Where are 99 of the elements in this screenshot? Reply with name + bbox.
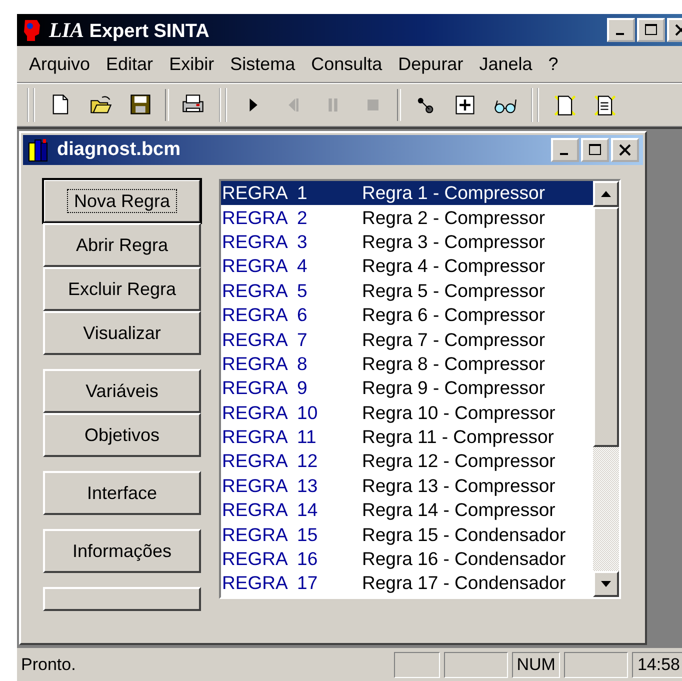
sparkling-document-icon[interactable] [553, 93, 577, 117]
scroll-thumb[interactable] [593, 207, 619, 447]
rule-list[interactable] [219, 179, 621, 599]
menu-item[interactable]: ? [540, 54, 566, 74]
rule-row[interactable]: REGRA 16 Regra 16 - Condensador [221, 546, 593, 572]
rule-name: REGRA 3 [221, 230, 308, 253]
rule-row[interactable]: REGRA 12 Regra 12 - Compressor [221, 449, 593, 474]
sparkling-text-document-icon[interactable] [593, 93, 617, 117]
status-pane [394, 652, 440, 678]
rule-name: REGRA 13 [221, 474, 319, 497]
menu-item[interactable]: Consulta [303, 54, 390, 74]
rule-title: Regra 16 - Condensador [362, 548, 566, 570]
rule-name: REGRA 1 [221, 182, 308, 204]
status-pane [564, 652, 628, 678]
menu-item[interactable]: Depurar [390, 54, 472, 74]
rule-name: REGRA 14 [221, 499, 319, 522]
rule-action-button[interactable]: Visualizar [43, 311, 201, 355]
rule-action-button[interactable]: Informações [43, 529, 201, 573]
num-lock-indicator: NUM [512, 652, 560, 678]
rule-row[interactable]: REGRA 10 Regra 10 - Compressor [221, 400, 593, 425]
rule-title: Regra 7 - Compressor [362, 328, 546, 351]
rule-name: REGRA 6 [221, 304, 308, 326]
rule-row[interactable]: REGRA 4 Regra 4 - Compressor [221, 254, 593, 279]
rule-title: Regra 5 - Compressor [362, 280, 546, 302]
rule-action-button[interactable]: Nova Regra [43, 179, 201, 223]
toolbar-grip[interactable] [531, 88, 539, 122]
menu-item[interactable]: Exibir [161, 54, 222, 74]
rule-name: REGRA 17 [221, 572, 319, 594]
minimize-icon [616, 33, 624, 35]
rule-title: Regra 14 - Compressor [362, 499, 556, 522]
rule-row[interactable]: REGRA 15 Regra 15 - Condensador [221, 522, 593, 547]
rule-row[interactable]: REGRA 17 Regra 17 - Condensador [221, 571, 593, 596]
minimize-icon [560, 153, 568, 155]
menu-item[interactable]: Sistema [222, 54, 304, 74]
status-message: Pronto. [21, 654, 77, 674]
rule-action-button[interactable]: Interface [43, 471, 201, 515]
document-title: diagnost.bcm [57, 139, 181, 161]
rule-title: Regra 15 - Condensador [362, 524, 566, 546]
status-clock: 14:58 [632, 652, 682, 678]
rule-action-button[interactable]: Excluir Regra [43, 267, 201, 311]
rule-title: Regra 11 - Compressor [362, 426, 554, 448]
rule-name: REGRA 16 [221, 548, 319, 570]
menu-item[interactable]: Arquivo [21, 54, 98, 74]
head-icon [21, 18, 43, 42]
maximize-button[interactable] [581, 138, 609, 162]
rule-name: REGRA 9 [221, 377, 308, 400]
rule-row[interactable]: REGRA 2 Regra 2 - Compressor [221, 205, 593, 230]
menu-item[interactable]: Janela [471, 54, 540, 74]
rule-action-button[interactable]: Objetivos [43, 413, 201, 457]
rule-title: Regra 3 - Compressor [362, 230, 546, 253]
rule-name: REGRA 7 [221, 328, 308, 351]
rule-title: Regra 17 - Condensador [362, 572, 566, 594]
toolbar-grip[interactable] [27, 88, 35, 122]
rule-row[interactable]: REGRA 6 Regra 6 - Compressor [221, 302, 593, 328]
rule-name: REGRA 10 [221, 402, 319, 424]
rule-row[interactable]: REGRA 5 Regra 5 - Compressor [221, 278, 593, 303]
rule-name: REGRA 15 [221, 524, 319, 546]
plus-box-icon[interactable] [453, 93, 477, 117]
down-arrow-icon [600, 580, 612, 588]
maximize-button[interactable] [637, 18, 665, 42]
rule-title: Regra 2 - Compressor [362, 206, 546, 229]
rule-name: REGRA 12 [221, 450, 319, 472]
rule-title: Regra 8 - Compressor [362, 352, 546, 375]
rule-name: REGRA 4 [221, 255, 308, 278]
rule-row[interactable]: REGRA 8 Regra 8 - Compressor [221, 352, 593, 376]
rule-action-button[interactable]: Abrir Regra [43, 223, 201, 267]
rule-row[interactable]: REGRA 7 Regra 7 - Compressor [221, 327, 593, 352]
rule-name: REGRA 8 [221, 352, 308, 375]
rule-row[interactable]: REGRA 13 Regra 13 - Compressor [221, 474, 593, 498]
rule-name: REGRA 11 [221, 426, 318, 448]
rule-row[interactable]: REGRA 11 Regra 11 - Compressor [221, 424, 593, 450]
rule-title: Regra 1 - Compressor [362, 182, 546, 204]
scroll-up-button[interactable] [593, 181, 619, 207]
rule-title: Regra 13 - Compressor [362, 474, 556, 497]
close-button[interactable] [611, 138, 639, 162]
cut-off-button[interactable] [43, 587, 201, 611]
rule-title: Regra 10 - Compressor [362, 402, 556, 424]
menu-item[interactable]: Editar [98, 54, 162, 74]
up-arrow-icon [600, 190, 612, 198]
rule-row[interactable]: REGRA 1 Regra 1 - Compressor [221, 181, 593, 206]
maximize-icon [644, 23, 658, 37]
rule-name: REGRA 5 [221, 280, 308, 302]
rule-title: Regra 4 - Compressor [362, 255, 546, 278]
rule-action-button[interactable]: Variáveis [43, 369, 201, 413]
minimize-button[interactable] [551, 138, 579, 162]
rule-title: Regra 6 - Compressor [362, 304, 546, 326]
rule-name: REGRA 2 [221, 206, 308, 229]
rule-title: Regra 9 - Compressor [362, 377, 546, 400]
scroll-down-button[interactable] [593, 571, 619, 597]
minimize-button[interactable] [607, 18, 635, 42]
toolbar-grip[interactable] [219, 88, 227, 122]
status-pane [444, 652, 508, 678]
rule-row[interactable]: REGRA 9 Regra 9 - Compressor [221, 376, 593, 401]
rule-row[interactable]: REGRA 3 Regra 3 - Compressor [221, 230, 593, 254]
window-title: LIA Expert SINTA [49, 18, 210, 42]
close-icon [618, 143, 632, 157]
rule-row[interactable]: REGRA 14 Regra 14 - Compressor [221, 498, 593, 522]
rule-title: Regra 12 - Compressor [362, 450, 556, 472]
maximize-icon [588, 143, 602, 157]
